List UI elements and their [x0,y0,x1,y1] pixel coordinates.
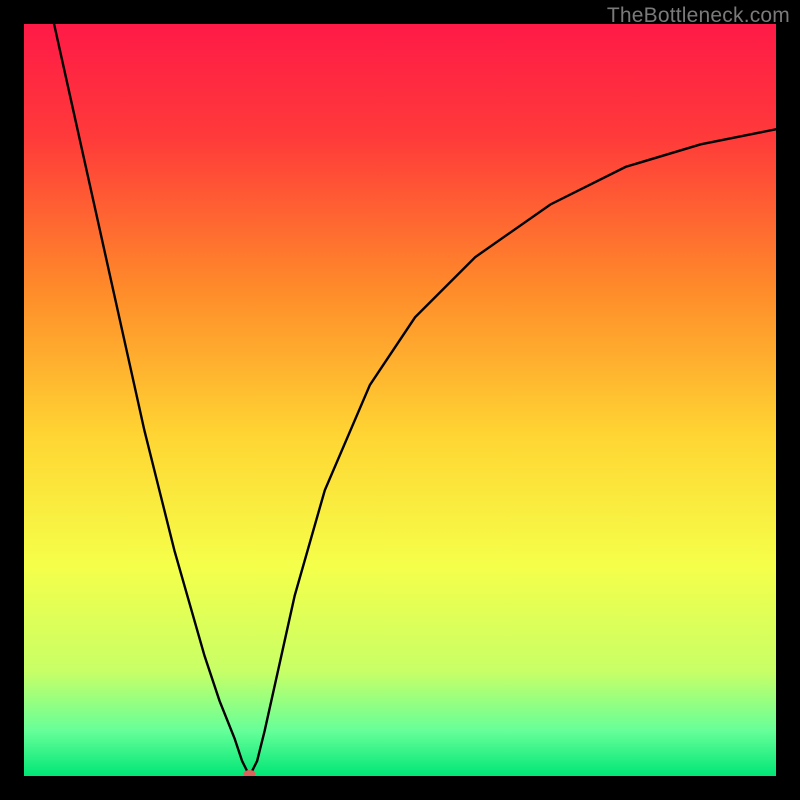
chart-frame [24,24,776,776]
watermark-text: TheBottleneck.com [607,4,790,28]
bottleneck-chart [24,24,776,776]
